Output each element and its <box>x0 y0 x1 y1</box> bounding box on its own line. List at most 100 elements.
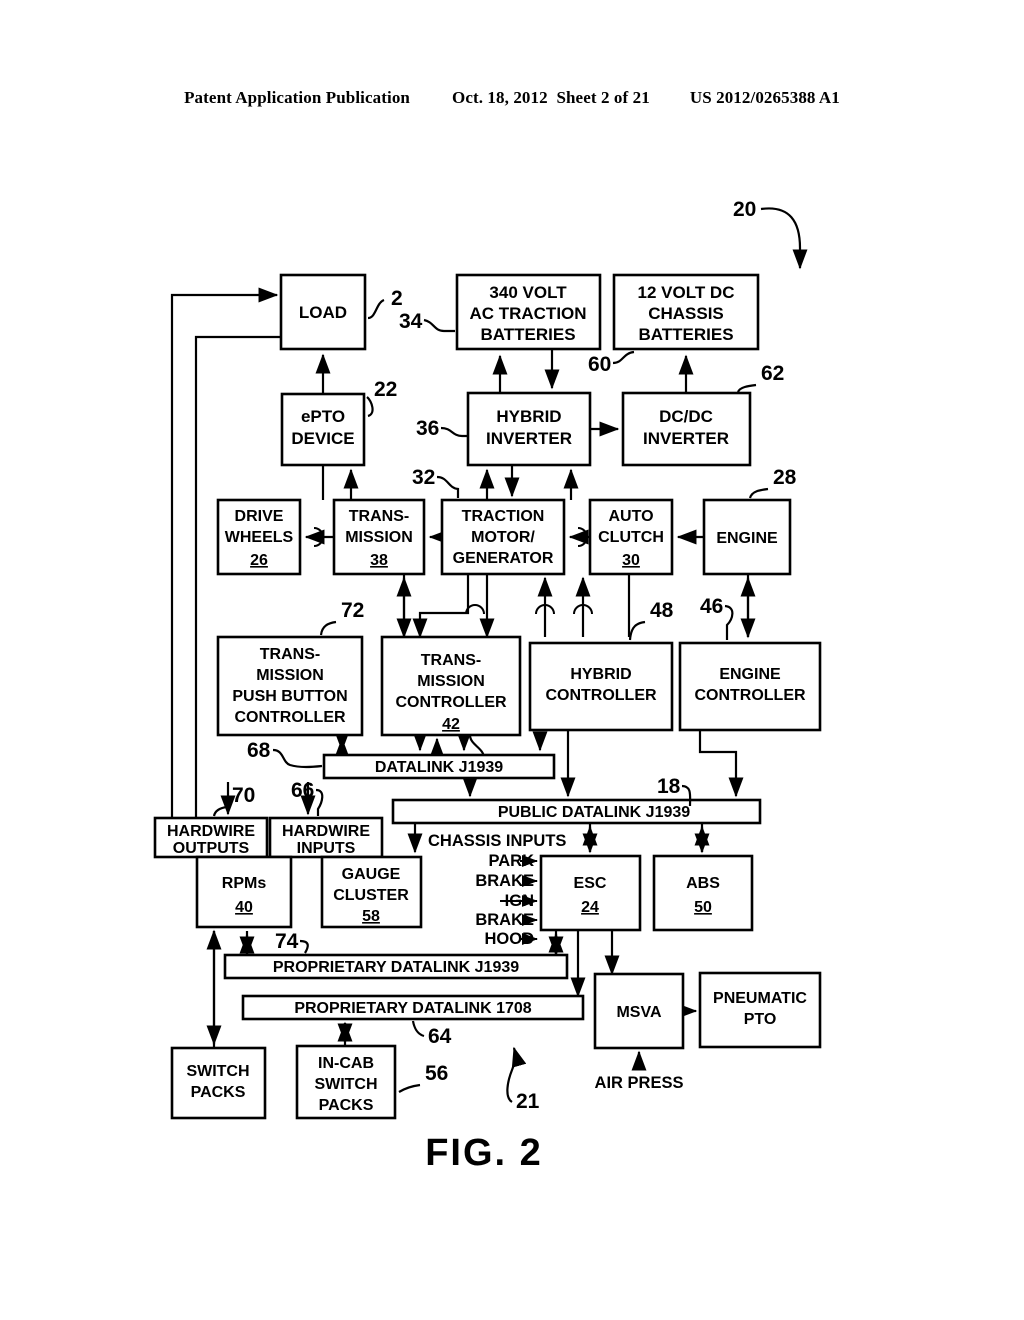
bus-prop-1708-label: PROPRIETARY DATALINK 1708 <box>294 1000 531 1017</box>
block-dcdc-inverter-line1: DC/DC <box>659 407 713 426</box>
ref-subsystem-21: 21 <box>516 1090 540 1113</box>
ref-traction-32: 32 <box>412 466 435 489</box>
ref-hc-48: 48 <box>650 599 674 622</box>
ref-public-18: 18 <box>657 775 681 798</box>
block-load-label: LOAD <box>299 303 347 322</box>
block-incab-line3: PACKS <box>319 1097 374 1114</box>
leader-62 <box>736 383 757 393</box>
block-traction-motor-line1: TRACTION <box>462 508 545 525</box>
block-drive-wheels-num: 26 <box>250 552 268 569</box>
block-transmission-num: 38 <box>370 552 388 569</box>
block-hc-line1: HYBRID <box>570 666 631 683</box>
block-esc <box>539 854 642 932</box>
block-tc-line2: MISSION <box>417 673 485 690</box>
block-pto-line2: PTO <box>744 1011 777 1028</box>
block-ec-line1: ENGINE <box>719 666 781 683</box>
leader-68 <box>272 748 323 769</box>
block-gauge-line1: GAUGE <box>342 866 401 883</box>
block-rpms-label: RPMs <box>222 875 267 892</box>
block-traction-motor-line2: MOTOR/ <box>471 529 535 546</box>
block-dcdc-inverter-line2: INVERTER <box>643 429 729 448</box>
block-auto-clutch-line2: CLUTCH <box>598 529 664 546</box>
leader-60 <box>612 350 635 365</box>
block-tc-num: 42 <box>442 716 460 733</box>
block-ac-batteries-line3: BATTERIES <box>480 325 575 344</box>
block-hybrid-inverter-line1: HYBRID <box>496 407 561 426</box>
conn-motor-to-tc <box>412 574 470 639</box>
block-drive-wheels-line1: DRIVE <box>235 508 284 525</box>
figure-2-diagram: LOAD 340 VOLT AC TRACTION BATTERIES 12 V… <box>0 0 1024 1320</box>
block-auto-clutch-line1: AUTO <box>608 508 653 525</box>
block-auto-clutch-num: 30 <box>622 552 640 569</box>
block-transmission-line2: MISSION <box>345 529 413 546</box>
leader-66 <box>315 788 324 816</box>
ref-engine-28: 28 <box>773 466 797 489</box>
block-hw-in-line1: HARDWIRE <box>282 823 370 840</box>
block-drive-wheels-line2: WHEELS <box>225 529 294 546</box>
ref-dcdc-62: 62 <box>761 362 784 385</box>
leader-70 <box>212 805 228 817</box>
block-gauge-line2: CLUSTER <box>333 887 409 904</box>
block-msva-label: MSVA <box>616 1004 661 1021</box>
bus-prop-j1939-label: PROPRIETARY DATALINK J1939 <box>273 959 519 976</box>
block-hw-out-line1: HARDWIRE <box>167 823 255 840</box>
ref-ec-46: 46 <box>700 595 723 618</box>
bus-public-datalink-label: PUBLIC DATALINK J1939 <box>498 804 690 821</box>
block-gauge-num: 58 <box>362 908 380 925</box>
ref-acbatt-34: 34 <box>399 310 423 333</box>
block-hw-out-line2: OUTPUTS <box>173 840 250 857</box>
conn-ec-to-public <box>698 730 744 798</box>
block-tpbc-line4: CONTROLLER <box>234 709 346 726</box>
block-tpbc-line2: MISSION <box>256 667 324 684</box>
block-switch-packs <box>170 1046 267 1120</box>
leader-20 <box>760 207 808 270</box>
block-ac-batteries-line2: AC TRACTION <box>469 304 586 323</box>
block-dc-batteries-line1: 12 VOLT DC <box>638 283 735 302</box>
leader-28 <box>748 487 769 499</box>
block-tc-line3: CONTROLLER <box>395 694 507 711</box>
ref-tpbc-72: 72 <box>341 599 364 622</box>
leader-48 <box>628 620 646 641</box>
block-tpbc-line1: TRANS- <box>260 646 320 663</box>
leader-34 <box>423 318 455 333</box>
block-switch-packs-line1: SWITCH <box>186 1063 249 1080</box>
leader-46 <box>724 604 734 640</box>
leader-74 <box>299 939 309 954</box>
block-tpbc-line3: PUSH BUTTON <box>232 688 347 705</box>
air-press-label: AIR PRESS <box>595 1074 684 1092</box>
block-pto-line1: PNEUMATIC <box>713 990 807 1007</box>
block-incab-line2: SWITCH <box>314 1076 377 1093</box>
leader-22 <box>366 396 374 418</box>
block-epto-line2: DEVICE <box>291 429 354 448</box>
leader-36 <box>440 426 467 438</box>
block-epto-line1: ePTO <box>301 407 345 426</box>
block-hybrid-inverter-line2: INVERTER <box>486 429 572 448</box>
block-ec-line2: CONTROLLER <box>694 687 806 704</box>
block-hc-line2: CONTROLLER <box>545 687 657 704</box>
ref-dl-68: 68 <box>247 739 271 762</box>
block-incab-line1: IN-CAB <box>318 1055 374 1072</box>
ref-epto-22: 22 <box>374 378 397 401</box>
ref-incab-56: 56 <box>425 1062 448 1085</box>
block-abs-label: ABS <box>686 875 720 892</box>
leader-64 <box>411 1020 425 1038</box>
block-traction-motor-line3: GENERATOR <box>453 550 554 567</box>
block-hw-in-line2: INPUTS <box>297 840 356 857</box>
block-dc-batteries-line2: CHASSIS <box>648 304 724 323</box>
leader-72 <box>319 620 337 636</box>
block-abs-num: 50 <box>694 899 712 916</box>
block-pneumatic-pto <box>698 971 822 1049</box>
block-rpms-num: 40 <box>235 899 253 916</box>
leader-32 <box>436 475 460 498</box>
ref-hwin-66: 66 <box>291 779 314 802</box>
ref-prop1708-64: 64 <box>428 1025 452 1048</box>
ref-load-2: 2 <box>391 287 403 310</box>
block-engine-label: ENGINE <box>716 530 778 547</box>
ref-hwout-70: 70 <box>232 784 255 807</box>
block-switch-packs-line2: PACKS <box>191 1084 246 1101</box>
leader-2 <box>367 298 385 320</box>
block-esc-label: ESC <box>574 875 607 892</box>
block-abs <box>652 854 754 932</box>
ref-system-20: 20 <box>733 198 756 221</box>
ref-dcbatt-60: 60 <box>588 353 611 376</box>
